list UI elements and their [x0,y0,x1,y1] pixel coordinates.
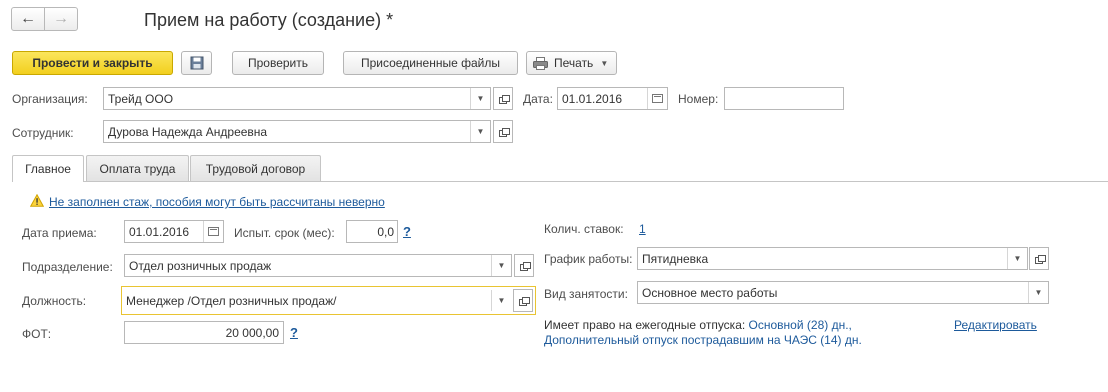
open-form-icon [518,296,530,306]
department-label: Подразделение: [22,260,113,274]
schedule-field[interactable]: Пятидневка [637,247,1028,270]
department-field[interactable]: Отдел розничных продаж [124,254,512,277]
probation-label: Испыт. срок (мес): [234,226,335,240]
arrow-right-icon: → [53,10,69,27]
chevron-down-icon: ▼ [476,127,485,136]
position-open-button[interactable] [513,289,533,312]
save-button[interactable] [181,51,212,75]
date-calendar-button[interactable] [647,88,667,109]
position-dropdown[interactable]: ▼ [491,290,511,311]
floppy-disk-icon [190,56,203,70]
organization-value: Трейд ООО [108,91,174,106]
tab-divider [12,181,1108,182]
schedule-label: График работы: [544,252,633,266]
vacation-extra-link[interactable]: Дополнительный отпуск пострадавшим на ЧА… [544,333,862,347]
arrow-left-icon: ← [20,10,36,27]
organization-field[interactable]: Трейд ООО [103,87,491,110]
vacation-main-link[interactable]: Основной (28) дн., [749,318,852,332]
forward-button[interactable]: → [44,7,78,31]
hire-date-label: Дата приема: [22,226,97,240]
vacation-line: Имеет право на ежегодные отпуска: Основн… [544,318,852,332]
tab-payment[interactable]: Оплата труда [86,155,189,181]
fot-label: ФОТ: [22,327,52,341]
chevron-down-icon: ▼ [1034,288,1043,297]
organization-label: Организация: [12,92,88,106]
probation-help-icon[interactable]: ? [403,224,411,239]
schedule-open-button[interactable] [1029,247,1049,270]
calendar-icon [208,227,219,236]
calendar-icon [652,94,663,103]
chevron-down-icon: ▼ [497,261,506,270]
employment-dropdown[interactable]: ▼ [1028,282,1048,303]
employment-field[interactable]: Основное место работы [637,281,1049,304]
organization-open-button[interactable] [493,87,513,110]
print-label: Печать [554,56,594,70]
printer-icon [533,56,548,70]
warning-icon [30,194,44,207]
number-label: Номер: [678,92,719,106]
check-button[interactable]: Проверить [232,51,324,75]
fot-field[interactable]: 20 000,00 [124,321,284,344]
rates-label: Колич. ставок: [544,222,624,236]
open-form-icon [498,127,510,137]
employee-field[interactable]: Дурова Надежда Андреевна [103,120,491,143]
chevron-down-icon: ▼ [1013,254,1022,263]
probation-value: 0,0 [377,224,394,239]
position-field[interactable]: Менеджер /Отдел розничных продаж/ [121,286,536,315]
probation-field[interactable]: 0,0 [346,220,398,243]
employment-label: Вид занятости: [544,287,628,301]
fot-value: 20 000,00 [225,325,279,340]
department-dropdown[interactable]: ▼ [491,255,511,276]
tab-employment-contract[interactable]: Трудовой договор [190,155,321,181]
date-label: Дата: [523,92,553,106]
position-label: Должность: [22,294,87,308]
warning-link[interactable]: Не заполнен стаж, пособия могут быть рас… [49,195,385,209]
employee-open-button[interactable] [493,120,513,143]
department-value: Отдел розничных продаж [129,258,272,273]
edit-vacations-link[interactable]: Редактировать [954,318,1037,332]
back-button[interactable]: ← [11,7,45,31]
department-open-button[interactable] [514,254,534,277]
position-value: Менеджер /Отдел розничных продаж/ [126,293,337,308]
open-form-icon [498,94,510,104]
attached-files-button[interactable]: Присоединенные файлы [343,51,518,75]
chevron-down-icon: ▼ [476,94,485,103]
schedule-value: Пятидневка [642,251,709,266]
fot-help-icon[interactable]: ? [290,325,298,340]
chevron-down-icon: ▼ [600,58,609,68]
post-and-close-button[interactable]: Провести и закрыть [12,51,173,75]
hire-date-calendar-button[interactable] [203,221,223,242]
employment-value: Основное место работы [642,285,778,300]
print-button[interactable]: Печать ▼ [526,51,617,75]
rates-link[interactable]: 1 [639,222,646,236]
organization-dropdown[interactable]: ▼ [470,88,490,109]
employee-value: Дурова Надежда Андреевна [108,124,268,139]
number-field[interactable] [724,87,844,110]
page-title: Прием на работу (создание) * [144,10,394,30]
vacation-label: Имеет право на ежегодные отпуска: [544,318,746,332]
tab-main[interactable]: Главное [12,155,84,182]
employee-label: Сотрудник: [12,126,74,140]
open-form-icon [1034,254,1046,264]
employee-dropdown[interactable]: ▼ [470,121,490,142]
open-form-icon [519,261,531,271]
schedule-dropdown[interactable]: ▼ [1007,248,1027,269]
chevron-down-icon: ▼ [497,296,506,305]
